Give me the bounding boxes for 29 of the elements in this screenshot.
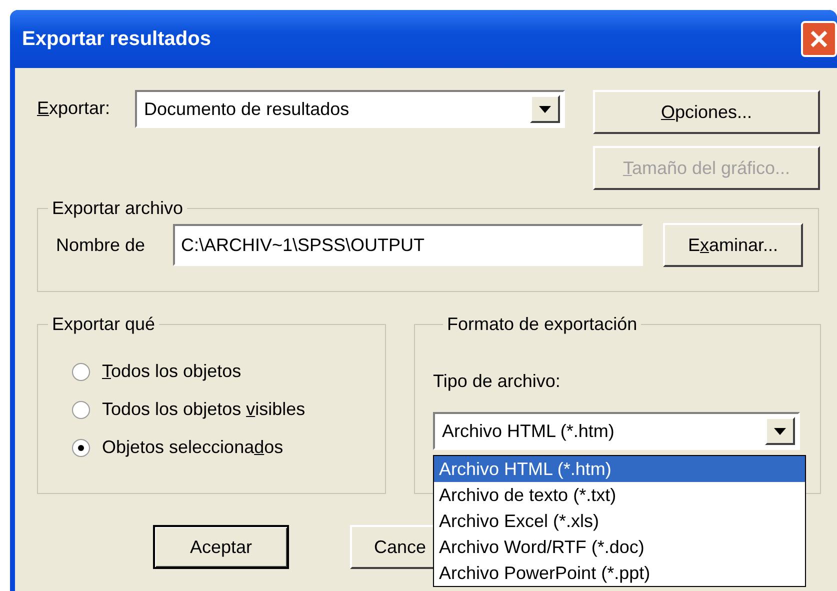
radio-button[interactable]	[72, 438, 90, 456]
radio-button[interactable]	[72, 362, 90, 380]
group-title: Formato de exportación	[446, 314, 638, 335]
file-type-dropdown[interactable]: Archivo HTML (*.htm)	[433, 412, 800, 450]
radio-button[interactable]	[72, 400, 90, 418]
dropdown-value: Documento de resultados	[144, 98, 350, 120]
group-title: Exportar archivo	[51, 198, 184, 219]
close-icon	[809, 29, 829, 49]
caret-icon	[539, 106, 551, 112]
dropdown-button[interactable]	[765, 417, 795, 445]
browse-button[interactable]: Examinar...	[663, 223, 803, 267]
export-label: Exportar:	[37, 98, 112, 119]
radio-label: Todos los objetos	[102, 361, 242, 382]
caret-icon	[774, 428, 786, 434]
radio-label: Todos los objetos visibles	[102, 399, 306, 420]
close-button[interactable]	[801, 21, 837, 57]
dialog-button[interactable]: Aceptar	[153, 525, 289, 569]
file-type-label: Tipo de archivo:	[433, 371, 560, 392]
dropdown-button[interactable]	[530, 95, 560, 123]
list-option[interactable]: Archivo HTML (*.htm)	[434, 456, 805, 482]
file-path-field[interactable]: C:\ARCHIV~1\SPSS\OUTPUT	[173, 224, 643, 266]
dropdown-value: Archivo HTML (*.htm)	[442, 420, 614, 442]
window-title: Exportar resultados	[22, 28, 211, 50]
file-name-label: Nombre de	[56, 234, 146, 256]
radio-label: Objetos seleccionados	[102, 437, 284, 458]
side-button[interactable]: Opciones...	[593, 90, 820, 134]
export-dropdown[interactable]: Documento de resultados	[135, 90, 565, 128]
group-title: Exportar qué	[51, 314, 156, 335]
list-option[interactable]: Archivo de texto (*.txt)	[434, 482, 805, 508]
